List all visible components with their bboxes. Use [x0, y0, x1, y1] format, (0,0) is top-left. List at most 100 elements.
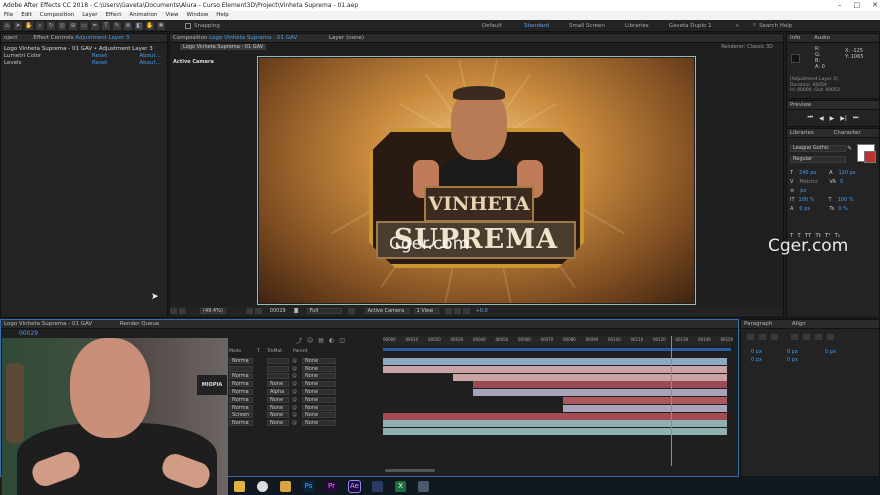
layer-duration-bar[interactable] [383, 365, 727, 373]
menu-view[interactable]: View [161, 11, 182, 20]
menu-window[interactable]: Window [183, 11, 213, 20]
menu-animation[interactable]: Animation [125, 11, 161, 20]
effect-row-levels[interactable]: Levels Reset About... [1, 60, 167, 67]
timeline-timecode[interactable]: 00029 [19, 330, 38, 337]
minimize-button[interactable]: – [838, 0, 842, 11]
folder-icon[interactable] [234, 480, 245, 492]
menu-effect[interactable]: Effect [102, 11, 126, 20]
mode-dropdown[interactable]: Norma [229, 381, 253, 388]
rectangle-tool-icon[interactable]: ▭ [80, 21, 88, 30]
effect-row-lumetri[interactable]: Lumetri Color Reset About... [1, 53, 167, 60]
layer-duration-bar[interactable] [563, 404, 727, 412]
toggle-icon[interactable] [444, 308, 452, 314]
composition-canvas[interactable]: VINHETA SUPREMA Cger.com [259, 58, 694, 303]
parent-dropdown[interactable]: None [302, 357, 336, 364]
justify-left-button[interactable] [791, 334, 798, 340]
edge-icon[interactable] [280, 480, 291, 492]
aftereffects-icon[interactable]: Ae [348, 479, 361, 493]
grid-icon[interactable] [245, 308, 253, 314]
mode-dropdown[interactable]: Screen [229, 412, 253, 419]
home-icon[interactable]: ⌂ [3, 21, 11, 30]
rotate-tool-icon[interactable]: ↻ [47, 21, 55, 30]
graph-editor-icon[interactable]: ◫ [339, 337, 345, 344]
audio-tab[interactable]: Audio [814, 35, 830, 41]
trkmat-dropdown[interactable]: None [267, 396, 289, 403]
stroke-width-value[interactable]: px [800, 187, 830, 196]
mode-dropdown[interactable] [229, 365, 253, 372]
preview-tab[interactable]: Preview [787, 101, 879, 110]
kerning-value[interactable]: Metrics [799, 178, 829, 187]
font-style-dropdown[interactable]: Regular [790, 156, 846, 163]
parent-dropdown[interactable]: None [302, 381, 336, 388]
parent-dropdown[interactable]: None [302, 373, 336, 380]
excel-icon[interactable]: X [395, 480, 406, 492]
horizontal-scale-value[interactable]: 100 % [838, 196, 854, 205]
display-icon[interactable] [179, 308, 186, 314]
zoom-tool-icon[interactable]: ⌕ [36, 21, 44, 30]
motion-blur-icon[interactable]: ◐ [329, 337, 334, 344]
layer-duration-bar[interactable] [383, 420, 727, 428]
search-help-field[interactable]: Search Help [759, 23, 792, 29]
mask-icon[interactable] [254, 308, 262, 314]
tsume-value[interactable]: 0 % [838, 205, 848, 214]
trkmat-dropdown[interactable]: None [267, 412, 289, 419]
pickwhip-icon[interactable]: @ [292, 366, 300, 372]
parent-dropdown[interactable]: None [302, 420, 336, 427]
workspace-default[interactable]: Default [482, 23, 502, 29]
layer-row[interactable]: Norma None @ None [229, 380, 377, 388]
project-tab[interactable]: oject [4, 35, 17, 41]
layer-row[interactable]: Screen None @ None [229, 412, 377, 420]
menu-composition[interactable]: Composition [36, 11, 78, 20]
parent-dropdown[interactable]: None [302, 404, 336, 411]
workspace-gaveta-duplo[interactable]: Gaveta Duplo 1 [669, 23, 712, 29]
pickwhip-icon[interactable]: @ [292, 405, 300, 411]
render-queue-tab[interactable]: Render Queue [120, 321, 159, 327]
mode-dropdown[interactable]: Norma [229, 396, 253, 403]
indent-right-value[interactable]: 0 px [787, 348, 798, 356]
align-tab[interactable]: Align [792, 321, 806, 327]
effect-about-link[interactable]: About... [139, 53, 161, 60]
layer-duration-bar[interactable] [473, 389, 727, 397]
roto-tool-icon[interactable]: ✋ [146, 21, 154, 30]
trkmat-dropdown[interactable] [267, 357, 289, 364]
layer-row[interactable]: Norma Alpha @ None [229, 388, 377, 396]
parent-dropdown[interactable]: None [302, 389, 336, 396]
maximize-button[interactable]: □ [854, 0, 861, 11]
libraries-tab[interactable]: Libraries [790, 130, 814, 136]
parent-dropdown[interactable]: None [302, 365, 336, 372]
layer-row[interactable]: Norma None @ None [229, 404, 377, 412]
next-frame-icon[interactable]: ▶| [840, 115, 847, 122]
pan-behind-tool-icon[interactable]: ⊕ [69, 21, 77, 30]
explorer-icon[interactable] [418, 480, 429, 492]
chrome-icon[interactable] [257, 480, 268, 492]
parent-dropdown[interactable]: None [302, 396, 336, 403]
align-left-button[interactable] [747, 334, 754, 340]
mode-dropdown[interactable]: Norma [229, 389, 253, 396]
character-tab[interactable]: Character [834, 130, 861, 136]
align-center-button[interactable] [759, 334, 766, 340]
mode-dropdown[interactable]: Norma [229, 373, 253, 380]
eyedropper-icon[interactable]: ✎ [847, 145, 852, 152]
justify-center-button[interactable] [803, 334, 810, 340]
preview-icon[interactable] [170, 308, 177, 314]
first-line-indent-value[interactable]: 0 px [825, 348, 836, 356]
trkmat-dropdown[interactable]: None [267, 381, 289, 388]
mode-dropdown[interactable]: Norma [229, 357, 253, 364]
parent-dropdown[interactable]: None [302, 412, 336, 419]
camera-dropdown[interactable]: Active Camera [364, 308, 410, 314]
last-frame-icon[interactable]: ⏭ [853, 114, 858, 122]
layer-row[interactable]: Norma @ None [229, 373, 377, 381]
pickwhip-icon[interactable]: @ [292, 373, 300, 379]
pickwhip-icon[interactable]: @ [292, 420, 300, 426]
zoom-slider[interactable] [385, 469, 435, 472]
layer-row[interactable]: @ None [229, 365, 377, 373]
effect-reset-link[interactable]: Reset [92, 53, 107, 60]
mode-dropdown[interactable]: Norma [229, 420, 253, 427]
info-tab[interactable]: Info [790, 35, 800, 41]
layer-duration-bar[interactable] [473, 381, 727, 389]
trkmat-dropdown[interactable]: Alpha [267, 389, 289, 396]
renderer-value[interactable]: Classic 3D [747, 44, 773, 50]
space-after-value[interactable]: 0 px [787, 356, 798, 364]
paragraph-tab[interactable]: Paragraph [744, 321, 772, 327]
layer-row[interactable]: Norma None @ None [229, 419, 377, 427]
